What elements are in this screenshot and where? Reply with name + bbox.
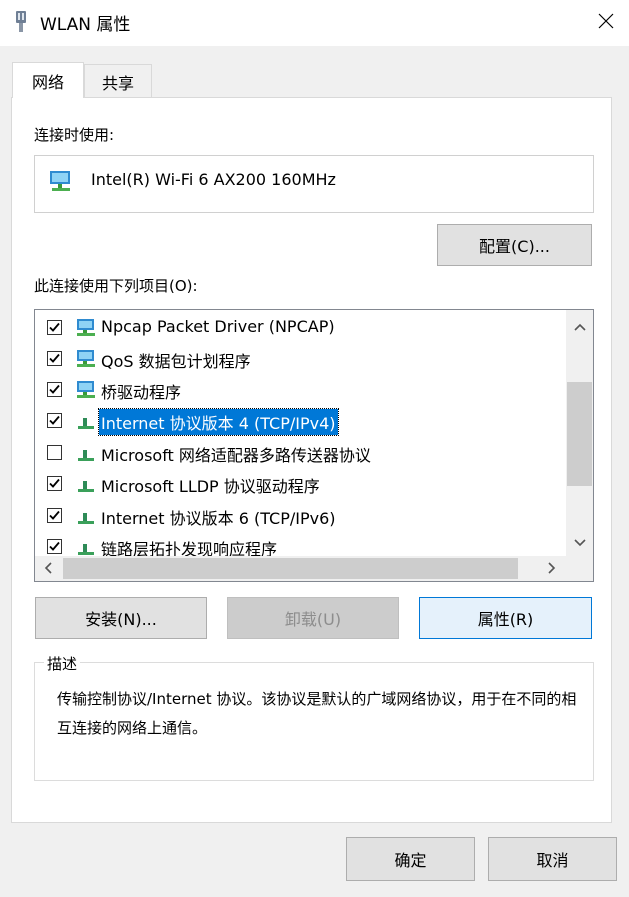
protocol-icon bbox=[75, 442, 97, 464]
tab-network[interactable]: 网络 bbox=[12, 62, 84, 98]
items-list-viewport: Npcap Packet Driver (NPCAP) QoS 数据包计划程序 桥驱… bbox=[35, 310, 565, 556]
protocol-icon bbox=[75, 473, 97, 495]
item-label: 链路层拓扑发现响应程序 bbox=[101, 540, 278, 556]
window-title: WLAN 属性 bbox=[40, 15, 131, 35]
connect-using-label: 连接时使用: bbox=[34, 126, 115, 144]
item-checkbox[interactable] bbox=[47, 445, 62, 460]
item-label: 桥驱动程序 bbox=[101, 383, 182, 402]
network-client-icon bbox=[75, 348, 97, 370]
tab-sharing[interactable]: 共享 bbox=[84, 64, 152, 98]
title-bar: WLAN 属性 bbox=[0, 0, 629, 46]
item-checkbox[interactable] bbox=[47, 320, 62, 335]
protocol-icon bbox=[75, 536, 97, 556]
list-item[interactable]: 桥驱动程序 bbox=[35, 374, 565, 405]
list-item[interactable]: Internet 协议版本 6 (TCP/IPv6) bbox=[35, 500, 565, 531]
item-label: Internet 协议版本 6 (TCP/IPv6) bbox=[101, 509, 336, 528]
horizontal-scroll-thumb[interactable] bbox=[63, 558, 518, 579]
item-checkbox[interactable] bbox=[47, 382, 62, 397]
chevron-up-icon bbox=[573, 316, 586, 335]
protocol-icon bbox=[75, 410, 97, 432]
network-client-icon bbox=[75, 379, 97, 401]
network-client-icon bbox=[75, 317, 97, 339]
adapter-name: Intel(R) Wi-Fi 6 AX200 160MHz bbox=[91, 170, 336, 189]
items-list[interactable]: Npcap Packet Driver (NPCAP) QoS 数据包计划程序 桥驱… bbox=[34, 309, 594, 582]
item-label: Npcap Packet Driver (NPCAP) bbox=[101, 317, 335, 336]
configure-button[interactable]: 配置(C)... bbox=[437, 224, 592, 266]
scroll-right-button[interactable] bbox=[539, 556, 565, 581]
list-item[interactable]: Npcap Packet Driver (NPCAP) bbox=[35, 312, 565, 343]
list-item[interactable]: QoS 数据包计划程序 bbox=[35, 343, 565, 374]
item-checkbox[interactable] bbox=[47, 413, 62, 428]
cancel-button[interactable]: 取消 bbox=[488, 837, 617, 881]
uninstall-button: 卸载(U) bbox=[227, 597, 399, 639]
item-checkbox[interactable] bbox=[47, 476, 62, 491]
vertical-scrollbar[interactable] bbox=[566, 310, 593, 556]
scroll-left-button[interactable] bbox=[35, 556, 61, 581]
horizontal-scrollbar[interactable] bbox=[35, 556, 593, 581]
item-label: Internet 协议版本 4 (TCP/IPv4) bbox=[98, 408, 339, 436]
items-label: 此连接使用下列项目(O): bbox=[34, 277, 198, 295]
description-text: 传输控制协议/Internet 协议。该协议是默认的广域网络协议，用于在不同的相… bbox=[57, 690, 577, 737]
scroll-down-button[interactable] bbox=[566, 526, 593, 556]
list-item[interactable]: Internet 协议版本 4 (TCP/IPv4) bbox=[35, 405, 565, 436]
item-checkbox[interactable] bbox=[47, 508, 62, 523]
list-item[interactable]: Microsoft 网络适配器多路传送器协议 bbox=[35, 437, 565, 468]
adapter-box: Intel(R) Wi-Fi 6 AX200 160MHz bbox=[34, 155, 594, 213]
item-label: QoS 数据包计划程序 bbox=[101, 352, 251, 371]
scroll-up-button[interactable] bbox=[566, 310, 593, 340]
scrollbar-corner bbox=[566, 556, 593, 581]
vertical-scroll-thumb[interactable] bbox=[567, 382, 592, 486]
network-adapter-icon bbox=[14, 10, 28, 34]
chevron-down-icon bbox=[573, 532, 586, 551]
item-label: Microsoft LLDP 协议驱动程序 bbox=[101, 477, 320, 496]
item-checkbox[interactable] bbox=[47, 539, 62, 554]
ok-button[interactable]: 确定 bbox=[346, 837, 475, 881]
item-label: Microsoft 网络适配器多路传送器协议 bbox=[101, 446, 371, 465]
chevron-left-icon bbox=[44, 559, 52, 578]
network-adapter-icon bbox=[49, 170, 73, 192]
properties-button[interactable]: 属性(R) bbox=[419, 597, 592, 639]
item-checkbox[interactable] bbox=[47, 351, 62, 366]
description-legend: 描述 bbox=[44, 653, 81, 674]
close-button[interactable] bbox=[583, 0, 629, 46]
install-button[interactable]: 安装(N)... bbox=[35, 597, 207, 639]
list-item[interactable]: Microsoft LLDP 协议驱动程序 bbox=[35, 468, 565, 499]
list-item[interactable]: 链路层拓扑发现响应程序 bbox=[35, 531, 565, 556]
close-icon bbox=[598, 13, 614, 33]
chevron-right-icon bbox=[548, 559, 556, 578]
protocol-icon bbox=[75, 505, 97, 527]
